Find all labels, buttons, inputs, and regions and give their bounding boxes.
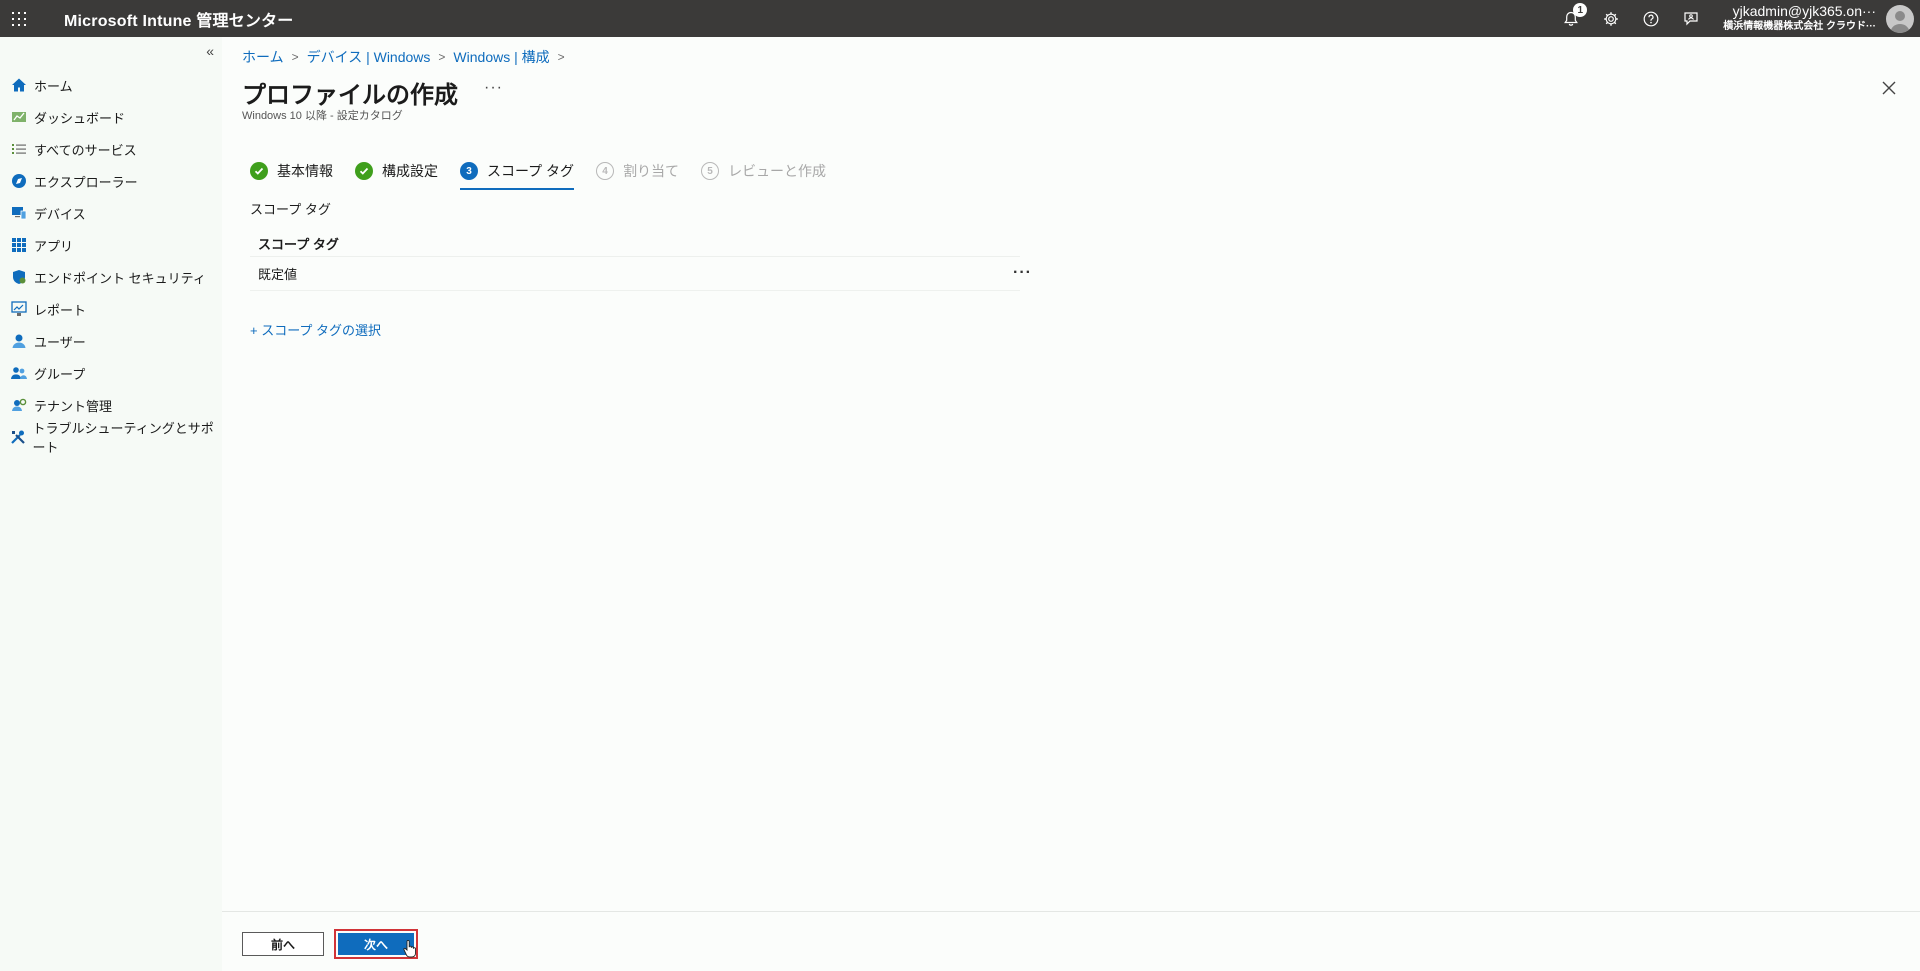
sidebar-item-label: ダッシュボード [34,110,126,126]
notification-badge: 1 [1573,3,1588,17]
step-label: 割り当て [623,163,680,179]
settings-button[interactable] [1591,0,1631,37]
breadcrumb: ホーム > デバイス | Windows > Windows | 構成 > [242,47,573,67]
sidebar-item-devices[interactable]: デバイス [0,197,222,229]
dashboard-icon [10,108,28,126]
account-org: 横浜情報機器株式会社 クラウド··· [1723,20,1876,32]
close-icon [1882,81,1896,95]
user-icon [10,332,28,350]
scope-tag-value: 既定値 [258,267,298,282]
sidebar-item-apps[interactable]: アプリ [0,229,222,261]
chevron-right-icon: > [438,50,446,64]
notifications-button[interactable]: 1 [1551,0,1591,37]
explorer-icon [10,172,28,190]
feedback-button[interactable] [1671,0,1711,37]
collapse-sidebar-button[interactable]: « [206,43,214,59]
step-number: 4 [596,162,615,180]
feedback-icon [1684,11,1698,25]
sidebar-item-reports[interactable]: レポート [0,293,222,325]
sidebar-item-label: ユーザー [34,334,86,350]
top-bar: Microsoft Intune 管理センター 1 yjkadmin@yjk36… [0,0,1920,37]
sidebar-item-label: デバイス [34,206,86,222]
chevron-right-icon: > [557,50,565,64]
avatar[interactable] [1886,4,1914,33]
step-review-create[interactable]: 5 レビューと作成 [701,159,826,183]
help-icon [1643,11,1659,26]
column-header: スコープ タグ [250,231,1020,257]
sidebar-item-label: すべてのサービス [34,142,137,158]
apps-icon [10,236,28,254]
more-options-button[interactable]: ··· [484,79,503,97]
page-title: プロファイルの作成 [242,82,458,109]
sidebar-item-label: テナント管理 [34,398,113,414]
footer-bar: 前へ 次へ [222,911,1920,971]
sidebar-item-label: トラブルシューティングとサポート [32,421,214,455]
step-basics[interactable]: 基本情報 [250,159,333,183]
sidebar-item-label: ホーム [34,78,73,94]
checkmark-icon [355,162,373,180]
step-assignments[interactable]: 4 割り当て [596,159,679,183]
sidebar-item-all-services[interactable]: すべてのサービス [0,133,222,165]
breadcrumb-devices-windows[interactable]: デバイス | Windows [307,47,431,67]
sidebar-item-label: アプリ [34,238,74,254]
breadcrumb-home[interactable]: ホーム [242,47,284,67]
reports-icon [10,300,28,318]
step-scope-tags[interactable]: 3 スコープ タグ [460,159,575,190]
chevron-right-icon: > [291,50,299,64]
sidebar-item-troubleshooting[interactable]: トラブルシューティングとサポート [0,421,222,455]
breadcrumb-windows-config[interactable]: Windows | 構成 [453,47,549,67]
step-label: レビューと作成 [728,163,827,179]
main-content: ホーム > デバイス | Windows > Windows | 構成 > プロ… [222,37,1920,971]
account-info[interactable]: yjkadmin@yjk365.on··· 横浜情報機器株式会社 クラウド··· [1723,2,1876,34]
group-icon [10,364,28,382]
page-subtitle: Windows 10 以降 - 設定カタログ [242,110,403,122]
gear-icon [1604,11,1619,26]
row-more-button[interactable]: ··· [1013,264,1032,282]
help-button[interactable] [1631,0,1671,37]
sidebar: « ホーム ダッシュボード すべてのサービス エクスプローラー デバイス アプリ… [0,37,222,971]
select-scope-tags-link[interactable]: + スコープ タグの選択 [250,320,381,339]
avatar-icon [1890,10,1910,33]
sidebar-item-groups[interactable]: グループ [0,357,222,389]
sidebar-item-home[interactable]: ホーム [0,69,222,101]
sidebar-item-dashboard[interactable]: ダッシュボード [0,101,222,133]
close-button[interactable] [1880,79,1898,97]
step-label: 基本情報 [277,163,333,179]
sidebar-item-users[interactable]: ユーザー [0,325,222,357]
sidebar-nav: ホーム ダッシュボード すべてのサービス エクスプローラー デバイス アプリ エ… [0,69,222,455]
sidebar-item-explorer[interactable]: エクスプローラー [0,165,222,197]
app-launcher-icon[interactable] [0,0,38,37]
sidebar-item-label: エクスプローラー [34,174,138,190]
checkmark-icon [250,162,268,180]
shield-icon [10,268,28,286]
account-user: yjkadmin@yjk365.on··· [1732,2,1876,19]
app-title[interactable]: Microsoft Intune 管理センター [64,7,293,31]
sidebar-item-tenant-admin[interactable]: テナント管理 [0,389,222,421]
sidebar-item-label: エンドポイント セキュリティ [34,270,206,286]
step-label: スコープ タグ [487,163,575,179]
sidebar-item-label: レポート [34,302,87,318]
step-number: 3 [460,162,478,180]
section-label: スコープ タグ [250,202,331,217]
step-number: 5 [701,162,720,180]
previous-button[interactable]: 前へ [242,932,324,956]
step-configuration[interactable]: 構成設定 [355,159,438,183]
tools-icon [10,428,26,446]
list-icon [10,140,28,158]
wizard-steps: 基本情報 構成設定 3 スコープ タグ 4 割り当て 5 レビューと作成 [250,159,848,190]
scope-tags-table: スコープ タグ 既定値 ··· [250,231,1031,291]
devices-icon [10,204,28,222]
sidebar-item-endpoint-security[interactable]: エンドポイント セキュリティ [0,261,222,293]
tenant-icon [10,396,28,414]
sidebar-item-label: グループ [34,366,86,382]
table-row[interactable]: 既定値 ··· [250,257,1031,291]
step-label: 構成設定 [382,163,438,179]
hand-cursor-icon [403,939,417,963]
home-icon [10,76,28,94]
